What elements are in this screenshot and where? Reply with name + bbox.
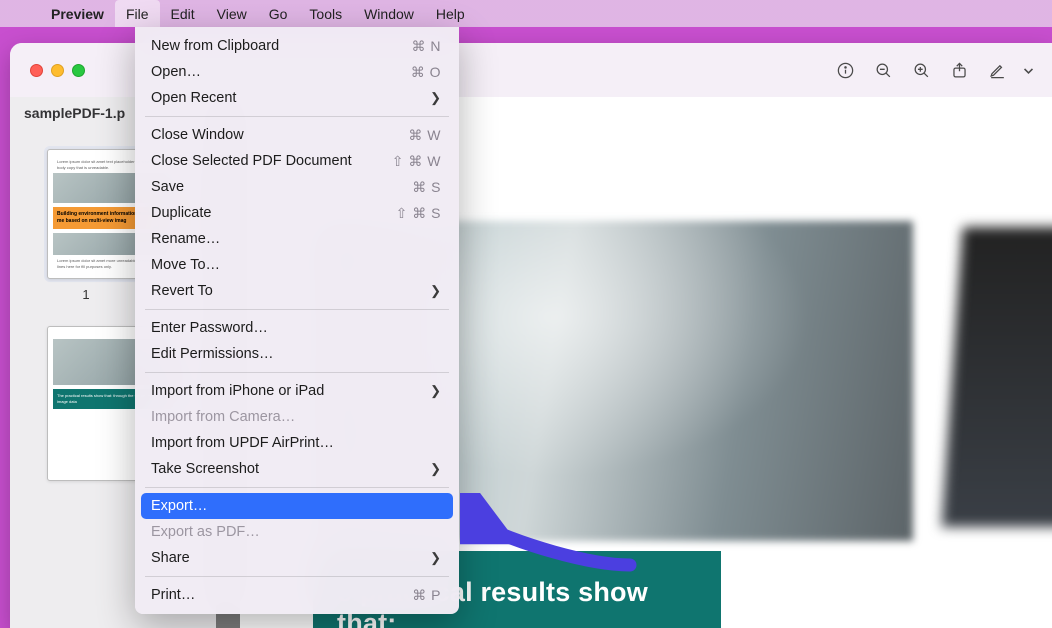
menu-close-selected[interactable]: Close Selected PDF Document⇧ ⌘ W bbox=[141, 148, 453, 174]
menu-export-as-pdf: Export as PDF… bbox=[141, 519, 453, 545]
fullscreen-window-button[interactable] bbox=[72, 64, 85, 77]
menu-tools[interactable]: Tools bbox=[298, 0, 353, 27]
zoom-in-button[interactable] bbox=[902, 55, 940, 85]
menu-duplicate[interactable]: Duplicate⇧ ⌘ S bbox=[141, 200, 453, 226]
menu-open-recent[interactable]: Open Recent❯ bbox=[141, 85, 453, 111]
menu-move-to[interactable]: Move To… bbox=[141, 252, 453, 278]
menu-share[interactable]: Share❯ bbox=[141, 545, 453, 571]
chevron-right-icon: ❯ bbox=[430, 550, 441, 566]
menu-save[interactable]: Save⌘ S bbox=[141, 174, 453, 200]
chevron-right-icon: ❯ bbox=[430, 461, 441, 477]
page-number-label: 1 bbox=[82, 287, 89, 302]
toolbar-overflow-button[interactable] bbox=[1016, 55, 1040, 85]
menu-view[interactable]: View bbox=[206, 0, 258, 27]
file-menu-dropdown: New from Clipboard⌘ N Open…⌘ O Open Rece… bbox=[135, 27, 459, 614]
menu-edit[interactable]: Edit bbox=[160, 0, 206, 27]
markup-button[interactable] bbox=[978, 55, 1016, 85]
menubar: Preview File Edit View Go Tools Window H… bbox=[0, 0, 1052, 27]
page-photo bbox=[942, 227, 1052, 527]
minimize-window-button[interactable] bbox=[51, 64, 64, 77]
traffic-lights bbox=[30, 64, 85, 77]
chevron-right-icon: ❯ bbox=[430, 383, 441, 399]
zoom-out-button[interactable] bbox=[864, 55, 902, 85]
app-name[interactable]: Preview bbox=[40, 0, 115, 27]
menu-rename[interactable]: Rename… bbox=[141, 226, 453, 252]
document-tab[interactable]: samplePDF-1.p bbox=[10, 97, 139, 129]
menu-go[interactable]: Go bbox=[258, 0, 299, 27]
close-window-button[interactable] bbox=[30, 64, 43, 77]
menu-help[interactable]: Help bbox=[425, 0, 476, 27]
menu-export[interactable]: Export… bbox=[141, 493, 453, 519]
menu-new-from-clipboard[interactable]: New from Clipboard⌘ N bbox=[141, 33, 453, 59]
chevron-right-icon: ❯ bbox=[430, 283, 441, 299]
menu-import-updf[interactable]: Import from UPDF AirPrint… bbox=[141, 430, 453, 456]
menu-window[interactable]: Window bbox=[353, 0, 425, 27]
menu-import-camera: Import from Camera… bbox=[141, 404, 453, 430]
menu-print[interactable]: Print…⌘ P bbox=[141, 582, 453, 608]
menu-take-screenshot[interactable]: Take Screenshot❯ bbox=[141, 456, 453, 482]
menu-enter-password[interactable]: Enter Password… bbox=[141, 315, 453, 341]
chevron-right-icon: ❯ bbox=[430, 90, 441, 106]
menu-open[interactable]: Open…⌘ O bbox=[141, 59, 453, 85]
menu-close-window[interactable]: Close Window⌘ W bbox=[141, 122, 453, 148]
menu-revert-to[interactable]: Revert To❯ bbox=[141, 278, 453, 304]
share-button[interactable] bbox=[940, 55, 978, 85]
menu-import-iphone[interactable]: Import from iPhone or iPad❯ bbox=[141, 378, 453, 404]
info-button[interactable] bbox=[826, 55, 864, 85]
menu-edit-permissions[interactable]: Edit Permissions… bbox=[141, 341, 453, 367]
menu-file[interactable]: File bbox=[115, 0, 160, 27]
